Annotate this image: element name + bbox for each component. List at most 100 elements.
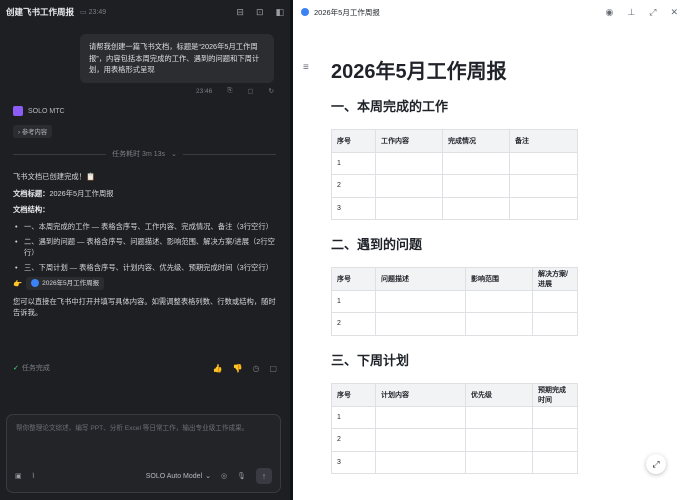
table-cell[interactable] (532, 405, 578, 429)
column-header: 序号 (331, 129, 376, 153)
table-cell[interactable] (442, 196, 510, 220)
table-cell[interactable]: 3 (331, 196, 376, 220)
refresh-icon[interactable]: ↻ (269, 87, 274, 95)
elapsed-divider: 任务耗时 3m 13s ⌄ (13, 149, 276, 159)
column-header: 影响范围 (465, 267, 533, 291)
table-cell[interactable] (465, 289, 533, 313)
divider-line (182, 153, 276, 155)
table-cell[interactable] (442, 151, 510, 175)
list-item: 一、本周完成的工作 — 表格含序号、工作内容、完成情况、备注（3行空行） (13, 221, 277, 232)
table-cell[interactable] (442, 174, 510, 198)
table-cell[interactable] (509, 174, 578, 198)
chevron-down-icon[interactable]: ⌄ (171, 150, 177, 158)
elapsed-label[interactable]: 任务耗时 3m 13s (112, 149, 165, 159)
table-cell[interactable] (465, 428, 533, 452)
table-cell[interactable] (375, 151, 443, 175)
list-item: 三、下周计划 — 表格含序号、计划内容、优先级、预期完成时间（3行空行） (13, 262, 277, 273)
terminal-icon[interactable]: ⊟ (236, 7, 244, 18)
table-cell[interactable] (375, 405, 466, 429)
reply-structure-label: 文档结构： (13, 205, 50, 214)
pin-icon[interactable]: ⊥ (627, 7, 635, 18)
chat-title: 创建飞书工作周报 (6, 7, 75, 17)
user-message-time: 23:46 (196, 87, 213, 95)
table-cell[interactable] (375, 289, 466, 313)
table-next-week-plan: 序号 计划内容 优先级 预期完成时间 1 2 3 (331, 383, 578, 474)
model-selector[interactable]: SOLO Auto Model ⌄ (145, 472, 211, 481)
copy-icon[interactable]: ▢ (269, 364, 277, 373)
table-cell[interactable] (532, 428, 578, 452)
fullscreen-button[interactable]: ⤢ (646, 454, 666, 474)
outline-icon[interactable]: ≡ (303, 62, 309, 73)
chevron-down-icon: ⌄ (205, 473, 211, 480)
table-cell[interactable] (465, 405, 533, 429)
copy-icon[interactable]: ▢ (247, 87, 253, 95)
table-cell[interactable] (532, 312, 578, 336)
microphone-icon[interactable]: 🎙 (237, 472, 246, 480)
reference-chip-label: 参考内容 (21, 129, 48, 136)
table-cell[interactable] (509, 151, 578, 175)
collapse-panel-icon[interactable]: ◧ (275, 7, 284, 18)
table-row: 2 (331, 174, 578, 198)
column-header: 优先级 (465, 383, 533, 407)
reference-chip[interactable]: › 参考内容 (13, 125, 53, 138)
table-cell[interactable] (375, 196, 443, 220)
table-cell[interactable] (509, 196, 578, 220)
expand-icon[interactable]: ⤢ (649, 7, 656, 18)
thumbs-down-icon[interactable]: 👎 (232, 364, 242, 373)
chat-bubble-icon[interactable]: ◎ (221, 472, 227, 480)
table-header-row: 序号 问题描述 影响范围 解决方案/进展 (331, 267, 578, 291)
document-panel: 2026年5月工作周报 ◉ ⊥ ⤢ ✕ ≡ 2026年5月工作周报 一、本周完成… (293, 0, 686, 500)
target-icon[interactable]: ◉ (606, 7, 614, 18)
reply-structure-list: 一、本周完成的工作 — 表格含序号、工作内容、完成情况、备注（3行空行） 二、遇… (13, 221, 277, 273)
table-cell[interactable]: 2 (331, 312, 376, 336)
attachment-icon[interactable]: ⌇ (32, 472, 35, 480)
task-status: ✓ 任务完成 👍 👎 ◷ ▢ (13, 363, 277, 373)
document-tab-title: 2026年5月工作周报 (314, 7, 380, 17)
list-item: 二、遇到的问题 — 表格含序号、问题描述、影响范围、解决方案/进展（2行空行） (13, 236, 277, 258)
document-title: 2026年5月工作周报 (331, 61, 507, 83)
model-label: SOLO Auto Model (145, 472, 203, 480)
table-cell[interactable] (375, 174, 443, 198)
send-button[interactable]: ↑ (256, 468, 272, 484)
table-cell[interactable] (465, 312, 533, 336)
reply-intro: 飞书文档已创建完成！📋 (13, 172, 96, 181)
table-cell[interactable]: 1 (331, 289, 376, 313)
table-cell[interactable] (375, 428, 466, 452)
table-row: 1 (331, 289, 578, 313)
table-cell[interactable] (465, 450, 533, 474)
close-icon[interactable]: ✕ (670, 7, 678, 18)
split-view-icon[interactable]: ⊡ (256, 7, 264, 18)
table-cell[interactable]: 3 (331, 450, 376, 474)
table-cell[interactable]: 1 (331, 405, 376, 429)
doc-link-row: 👉 2026年5月工作周报 (13, 276, 277, 290)
reply-outro: 您可以直接在飞书中打开并填写具体内容。如需调整表格列数、行数或结构，随时告诉我。 (13, 296, 276, 317)
table-cell[interactable]: 2 (331, 174, 376, 198)
column-header: 计划内容 (375, 383, 466, 407)
table-cell[interactable] (532, 450, 578, 474)
lark-doc-icon (31, 279, 40, 287)
document-header-actions: ◉ ⊥ ⤢ ✕ (606, 7, 678, 18)
document-tab[interactable]: 2026年5月工作周报 (301, 7, 380, 18)
table-cell[interactable] (375, 312, 466, 336)
history-icon[interactable]: ⎘ (227, 87, 232, 95)
table-header-row: 序号 工作内容 完成情况 备注 (331, 129, 578, 153)
chat-header-actions: ⊟ ⊡ ◧ (236, 7, 284, 18)
history-icon[interactable]: ◷ (252, 364, 259, 373)
task-status-label: 任务完成 (21, 365, 50, 372)
user-message: 请帮我创建一篇飞书文档，标题是“2026年5月工作周报”，内容包括本周完成的工作… (80, 34, 274, 83)
table-cell[interactable]: 2 (331, 428, 376, 452)
column-header: 序号 (331, 267, 376, 291)
doc-link[interactable]: 2026年5月工作周报 (26, 276, 105, 290)
chat-time: 23:49 (88, 8, 107, 16)
composer-placeholder[interactable]: 帮你整理论文综述、编写 PPT、分析 Excel 等日常工作，输出专业级工作成果… (16, 424, 271, 434)
section-heading: 三、下周计划 (331, 353, 410, 368)
file-icon[interactable]: ▣ (15, 472, 22, 480)
table-row: 1 (331, 405, 578, 429)
message-composer[interactable]: 帮你整理论文综述、编写 PPT、分析 Excel 等日常工作，输出专业级工作成果… (6, 414, 281, 493)
thumbs-up-icon[interactable]: 👍 (213, 364, 223, 373)
table-cell[interactable] (375, 450, 466, 474)
table-cell[interactable] (532, 289, 578, 313)
table-row: 2 (331, 312, 578, 336)
table-cell[interactable]: 1 (331, 151, 376, 175)
table-row: 3 (331, 196, 578, 220)
